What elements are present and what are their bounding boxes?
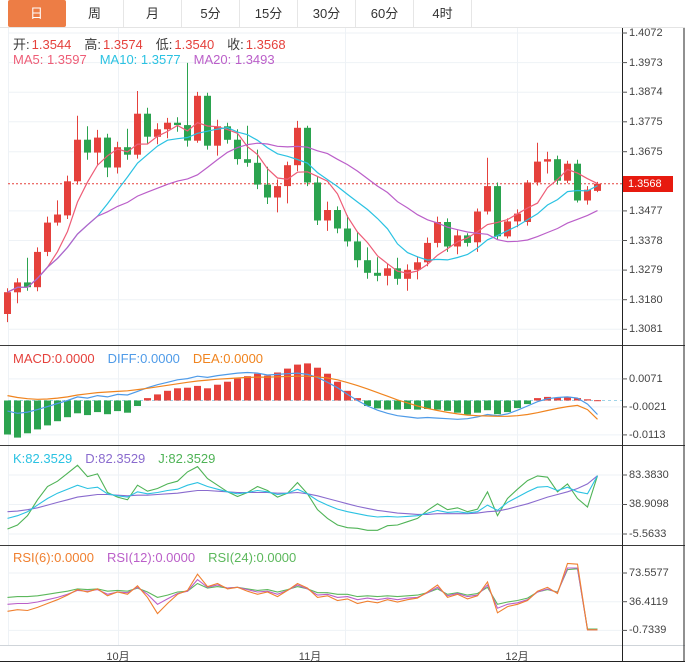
close-value: 1.3568 — [246, 37, 286, 52]
dea-value: DEA:0.0000 — [193, 351, 263, 366]
low-value: 1.3540 — [174, 37, 214, 52]
high-label: 高: — [84, 37, 101, 52]
price-axis-tick: 1.3279 — [629, 264, 663, 277]
ma-row: MA5: 1.3597 MA10: 1.3577 MA20: 1.3493 — [13, 52, 288, 67]
price-axis-tick: 1.3874 — [629, 86, 663, 99]
macd-value: MACD:0.0000 — [13, 351, 95, 366]
chart-canvas[interactable] — [0, 0, 685, 666]
price-axis-tick: 1.3180 — [629, 294, 663, 307]
macd-row: MACD:0.0000 DIFF:0.0000 DEA:0.0000 — [13, 351, 276, 366]
ohlc-row: 开:1.3544 高:1.3574 低:1.3540 收:1.3568 — [13, 34, 299, 53]
price-axis-tick: 1.3477 — [629, 205, 663, 218]
rsi-axis-tick: 36.4119 — [629, 596, 668, 609]
price-axis-tick: 1.3775 — [629, 116, 663, 129]
x-axis-label-nov: 11月 — [288, 648, 332, 664]
price-axis-tick: 1.3081 — [629, 323, 663, 336]
rsi-row: RSI(6):0.0000 RSI(12):0.0000 RSI(24):0.000… — [13, 550, 309, 565]
ma5-value: MA5: 1.3597 — [13, 52, 87, 67]
j-value: J:82.3529 — [158, 451, 215, 466]
kdj-axis-tick: 38.9098 — [629, 498, 669, 511]
rsi-axis-tick: -0.7339 — [629, 624, 666, 637]
trading-chart-app: 日 周 月 5分 15分 30分 60分 4时 开:1.3544高:1.3574… — [0, 0, 685, 666]
price-axis-tick: 1.3378 — [629, 235, 663, 248]
rsi-axis-tick: 73.5577 — [629, 567, 669, 580]
low-label: 低: — [156, 37, 173, 52]
price-axis-tick: 1.3675 — [629, 146, 663, 159]
macd-axis-tick: 0.0071 — [629, 373, 663, 386]
open-label: 开: — [13, 37, 30, 52]
close-label: 收: — [227, 37, 244, 52]
d-value: D:82.3529 — [85, 451, 145, 466]
rsi12-value: RSI(12):0.0000 — [107, 550, 195, 565]
x-axis-label-oct: 10月 — [96, 648, 140, 664]
high-value: 1.3574 — [103, 37, 143, 52]
price-axis-tick: 1.4072 — [629, 27, 663, 40]
x-axis-label-dec: 12月 — [495, 648, 539, 664]
rsi6-value: RSI(6):0.0000 — [13, 550, 94, 565]
price-axis-tick: 1.3973 — [629, 57, 663, 70]
ma20-value: MA20: 1.3493 — [194, 52, 275, 67]
macd-axis-tick: -0.0113 — [629, 429, 666, 442]
k-value: K:82.3529 — [13, 451, 72, 466]
macd-axis-tick: -0.0021 — [629, 401, 666, 414]
kdj-row: K:82.3529 D:82.3529 J:82.3529 — [13, 451, 228, 466]
current-price-badge: 1.3568 — [623, 176, 673, 192]
open-value: 1.3544 — [32, 37, 72, 52]
rsi24-value: RSI(24):0.0000 — [208, 550, 296, 565]
kdj-axis-tick: -5.5633 — [629, 528, 666, 541]
ma10-value: MA10: 1.3577 — [100, 52, 181, 67]
kdj-axis-tick: 83.3830 — [629, 469, 669, 482]
diff-value: DIFF:0.0000 — [108, 351, 180, 366]
